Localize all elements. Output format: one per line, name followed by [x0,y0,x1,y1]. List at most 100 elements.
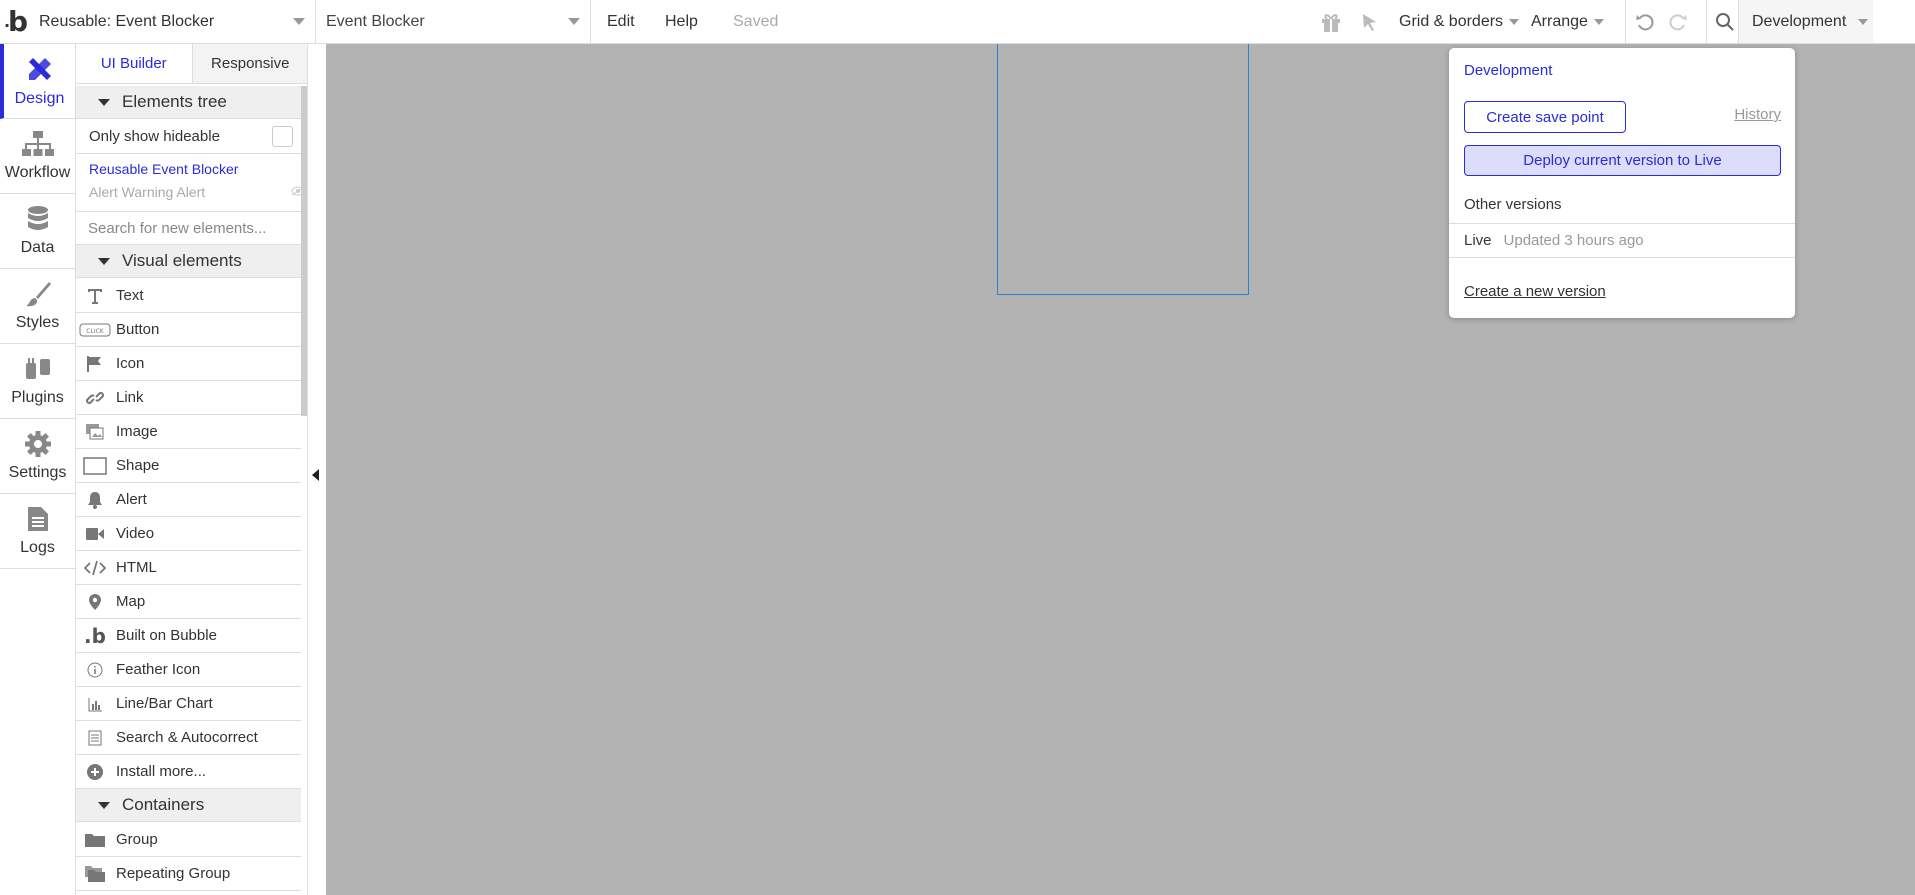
element-feather-icon[interactable]: Feather Icon [76,653,301,687]
live-version-row[interactable]: Live Updated 3 hours ago [1449,223,1795,258]
top-toolbar: .b Reusable: Event Blocker Event Blocker… [0,0,1915,44]
elements-tree-header[interactable]: Elements tree [76,86,301,119]
element-label: Map [116,593,146,610]
element-video[interactable]: Video [76,517,301,551]
map-pin-icon [78,593,112,611]
cursor-icon[interactable] [1359,0,1381,43]
element-built-on-bubble[interactable]: .b Built on Bubble [76,619,301,653]
element-label: Repeating Group [116,865,231,882]
nav-logs[interactable]: Logs [0,494,75,569]
element-text[interactable]: Text [76,279,301,313]
element-label: Icon [116,355,145,372]
deploy-live-button[interactable]: Deploy current version to Live [1464,145,1781,176]
redo-icon[interactable] [1666,0,1690,43]
element-label: Search & Autocorrect [116,729,258,746]
history-link[interactable]: History [1734,106,1781,123]
undo-icon[interactable] [1625,0,1659,43]
nav-design[interactable]: Design [0,44,75,119]
help-menu[interactable]: Help [665,0,698,43]
containers-title: Containers [122,795,205,814]
visual-elements-header[interactable]: Visual elements [76,245,301,278]
element-label: HTML [116,559,157,576]
shape-icon [78,456,112,475]
gear-icon [24,431,51,457]
version-popup: Development Create save point History De… [1449,48,1795,318]
tree-item-alert[interactable]: Alert Warning Alert [89,184,205,200]
element-button[interactable]: CLICK Button [76,313,301,347]
nav-styles[interactable]: Styles [0,269,75,344]
collapse-panel-icon[interactable] [312,469,319,481]
main-nav-rail: Design Workflow Data Styles Plugins Sett… [0,44,76,895]
saved-status: Saved [733,12,779,30]
page-dropdown[interactable]: Reusable: Event Blocker [30,0,316,43]
image-icon [78,423,112,441]
plus-circle-icon [78,763,112,781]
only-hideable-row: Only show hideable [76,120,301,154]
flag-icon [78,355,112,373]
chevron-down-icon [1858,18,1869,25]
element-label: Feather Icon [116,661,201,678]
element-install-more[interactable]: Install more... [76,755,301,789]
other-versions-label: Other versions [1464,196,1562,213]
nav-settings[interactable]: Settings [0,419,75,494]
element-map[interactable]: Map [76,585,301,619]
version-dropdown[interactable]: Development [1738,0,1873,43]
element-search-autocorrect[interactable]: Search & Autocorrect [76,721,301,755]
live-updated-text: Updated 3 hours ago [1503,232,1644,249]
video-icon [78,526,112,542]
info-circle-icon [78,662,112,678]
chevron-down-icon [1509,18,1520,25]
element-label: Button [116,321,160,338]
only-hideable-label: Only show hideable [89,128,220,145]
tab-ui-builder[interactable]: UI Builder [76,44,193,83]
element-label: Shape [116,457,160,474]
element-shape[interactable]: Shape [76,449,301,483]
element-group[interactable]: Group [76,823,301,857]
gift-icon[interactable] [1318,0,1344,43]
page-dropdown-label: Reusable: Event Blocker [39,12,215,30]
database-icon [27,206,48,230]
element-icon[interactable]: Icon [76,347,301,381]
selected-element-outline[interactable] [997,44,1249,295]
grid-borders-label: Grid & borders [1399,12,1504,30]
edit-menu[interactable]: Edit [607,0,635,43]
nav-design-label: Design [14,90,65,107]
arrange-menu[interactable]: Arrange [1531,0,1604,43]
bubble-logo-icon: .b [84,623,106,648]
tab-responsive[interactable]: Responsive [192,44,307,83]
only-hideable-checkbox[interactable] [272,126,293,147]
create-new-version-link[interactable]: Create a new version [1464,283,1606,300]
element-image[interactable]: Image [76,415,301,449]
chevron-down-icon [293,18,305,25]
brush-icon [25,282,51,307]
create-save-point-button[interactable]: Create save point [1464,101,1626,133]
panel-scrollbar[interactable] [301,86,307,416]
element-alert[interactable]: Alert [76,483,301,517]
grid-borders-menu[interactable]: Grid & borders [1399,0,1520,43]
element-search-input[interactable]: Search for new elements... [76,211,301,245]
element-dropdown[interactable]: Event Blocker [316,0,591,43]
version-label: Development [1752,12,1847,30]
element-label: Line/Bar Chart [116,695,213,712]
element-link[interactable]: Link [76,381,301,415]
popup-title: Development [1464,62,1553,79]
tree-item-reusable[interactable]: Reusable Event Blocker [89,161,238,177]
element-html[interactable]: HTML [76,551,301,585]
nav-workflow[interactable]: Workflow [0,119,75,194]
element-dropdown-label: Event Blocker [326,12,425,30]
bubble-logo-icon[interactable]: .b [2,0,30,43]
list-icon [78,730,112,746]
element-repeating-group[interactable]: Repeating Group [76,857,301,891]
bar-chart-icon [78,696,112,712]
element-line-bar-chart[interactable]: Line/Bar Chart [76,687,301,721]
nav-logs-label: Logs [20,539,55,556]
nav-data-label: Data [20,239,55,256]
triangle-down-icon [98,257,110,265]
containers-header[interactable]: Containers [76,789,301,822]
nav-data[interactable]: Data [0,194,75,269]
nav-plugins[interactable]: Plugins [0,344,75,419]
search-icon[interactable] [1706,0,1736,43]
element-label: Alert [116,491,147,508]
folders-icon [78,865,112,883]
elements-panel: UI Builder Responsive Elements tree Only… [76,44,308,895]
